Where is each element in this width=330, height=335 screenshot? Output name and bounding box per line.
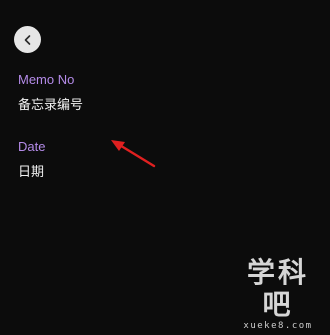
date-label: Date (18, 139, 46, 154)
back-button[interactable] (14, 26, 41, 53)
watermark-title: 学科吧 (246, 256, 309, 321)
date-value: 日期 (18, 165, 45, 180)
chevron-left-icon (24, 34, 30, 45)
memo-screen: Memo No 备忘录编号 Date 日期 学科吧 xueke8.com (0, 0, 330, 335)
memo-no-label: Memo No (18, 72, 75, 87)
watermark: 学科吧 xueke8.com (232, 256, 324, 332)
red-arrow-icon (111, 140, 156, 168)
watermark-url: xueke8.com (243, 321, 313, 331)
memo-no-value: 备忘录编号 (18, 98, 84, 113)
